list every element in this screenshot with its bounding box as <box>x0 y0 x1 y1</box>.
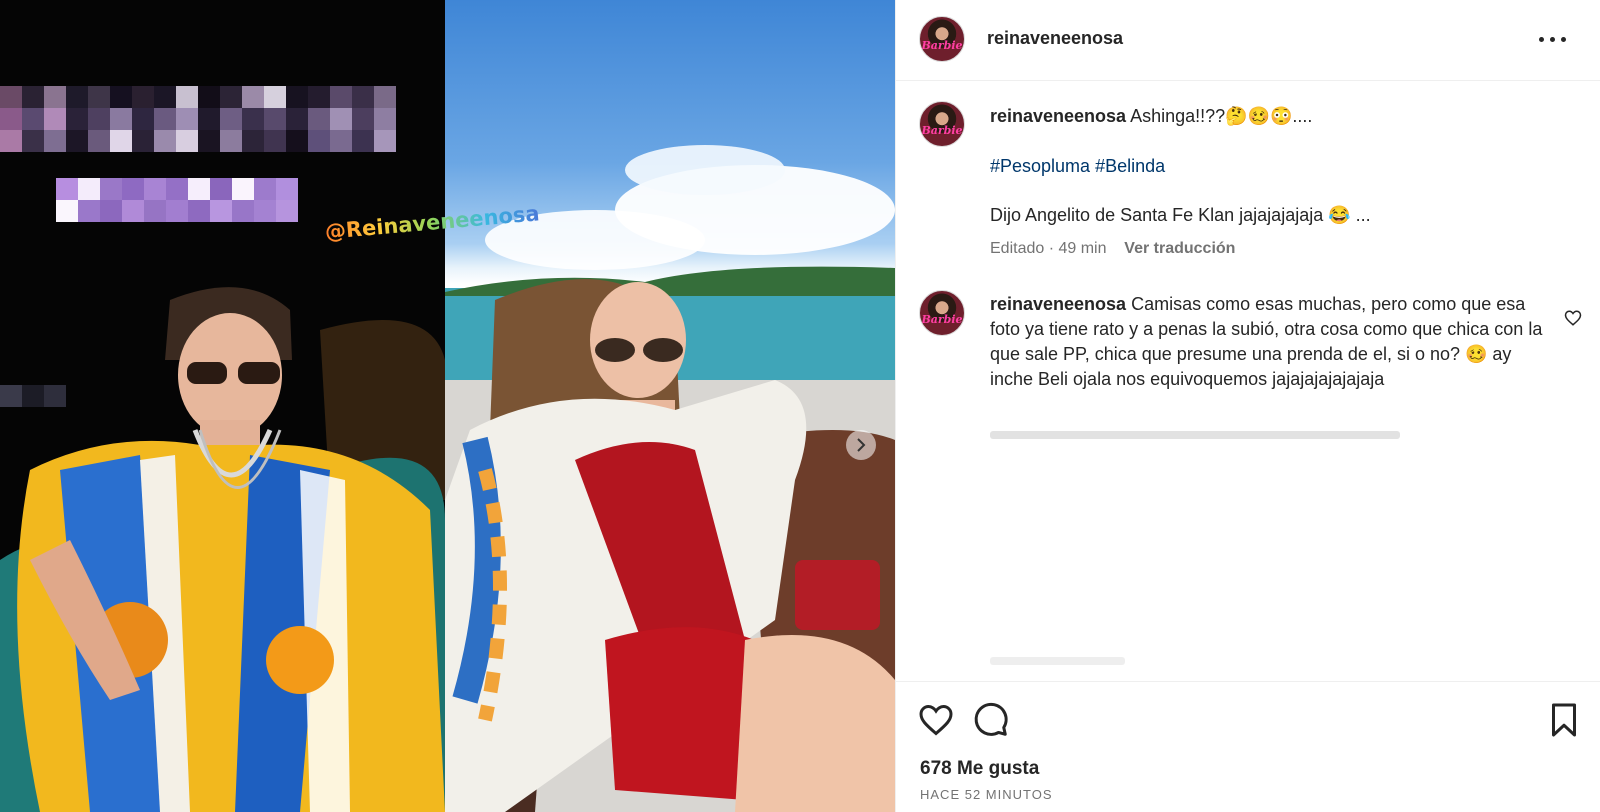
post-timestamp: HACE 52 MINUTOS <box>920 787 1053 802</box>
hashtag-link[interactable]: #Belinda <box>1095 156 1165 176</box>
instagram-post-view: @Reinaveneenosa Barbie reinaveneenosa Ba… <box>0 0 1600 812</box>
comment-username[interactable]: reinaveneenosa <box>990 294 1126 314</box>
comments-section[interactable]: Barbie reinaveneenosa Ashinga!!??🤔🥴😳....… <box>896 81 1600 681</box>
truncated-comment-meta <box>990 431 1400 439</box>
post-sidebar: Barbie reinaveneenosa Barbie reinaveneen… <box>895 0 1600 812</box>
like-count[interactable]: 678 Me gusta <box>920 758 1039 780</box>
post-header: Barbie reinaveneenosa <box>896 0 1600 81</box>
caption-username[interactable]: reinaveneenosa <box>990 106 1126 126</box>
woman-on-boat-illustration <box>445 145 895 812</box>
post-actions: 678 Me gusta HACE 52 MINUTOS <box>896 681 1600 812</box>
photo-left <box>0 0 445 812</box>
avatar-badge-text: Barbie <box>921 124 963 137</box>
heart-icon[interactable] <box>918 702 954 738</box>
hashtag-link[interactable]: #Pesopluma <box>990 156 1090 176</box>
avatar-badge-text: Barbie <box>921 39 963 52</box>
avatar-badge-text: Barbie <box>921 313 963 326</box>
comment-like-icon[interactable] <box>1564 309 1582 327</box>
comment: reinaveneenosa Camisas como esas muchas,… <box>990 292 1550 392</box>
header-username[interactable]: reinaveneenosa <box>987 28 1123 49</box>
photo-right <box>445 0 895 812</box>
man-illustration <box>0 287 445 812</box>
bookmark-icon[interactable] <box>1546 702 1582 738</box>
caption-meta: Editado · 49 min Ver traducción <box>990 236 1550 261</box>
avatar[interactable]: Barbie <box>919 16 965 62</box>
chevron-right-icon <box>857 438 866 452</box>
edited-timestamp: Editado · 49 min <box>990 240 1107 257</box>
truncated-comment <box>990 657 1125 665</box>
next-photo-button[interactable] <box>846 430 876 460</box>
more-options-icon[interactable] <box>1536 24 1572 54</box>
caption-avatar[interactable]: Barbie <box>919 101 965 147</box>
comment-bubble-icon[interactable] <box>973 702 1009 738</box>
comment-avatar[interactable]: Barbie <box>919 290 965 336</box>
post-media[interactable]: @Reinaveneenosa <box>0 0 895 812</box>
caption: reinaveneenosa Ashinga!!??🤔🥴😳.... <box>990 104 1550 129</box>
caption-hashtags: #Pesopluma #Belinda <box>990 154 1550 179</box>
caption-line-2: Dijo Angelito de Santa Fe Klan jajajajaj… <box>990 205 1371 225</box>
caption-text: Ashinga!!??🤔🥴😳.... <box>1130 106 1313 126</box>
see-translation-link[interactable]: Ver traducción <box>1124 240 1235 257</box>
